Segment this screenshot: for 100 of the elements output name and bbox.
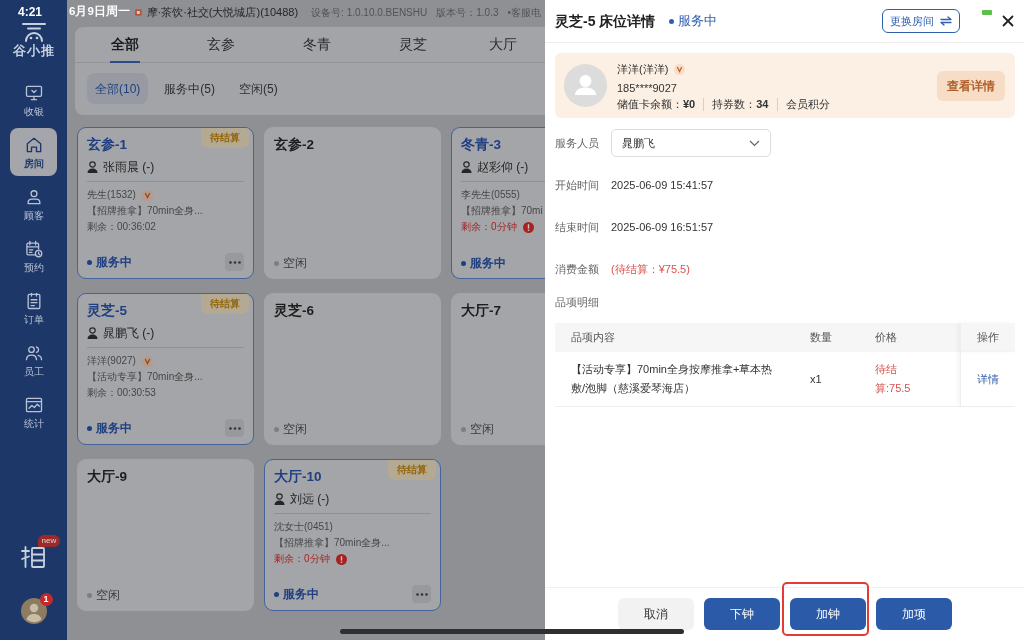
table-cell: 【活动专享】70min全身按摩推拿+草本热敷/泡脚（慈溪爱琴海店） (555, 352, 800, 406)
room-card[interactable]: 灵芝-6 空闲 (264, 293, 441, 445)
service-name: 【招牌推拿】70min全身... (87, 204, 204, 218)
status-label: 服务中 (470, 255, 506, 271)
swap-arrows-icon (940, 16, 952, 26)
room-name: 灵芝-5 (87, 302, 127, 320)
more-button[interactable] (412, 585, 431, 603)
footer-button[interactable]: 取消 (617, 598, 694, 630)
staff-select[interactable]: 晁鹏飞 (611, 129, 771, 157)
remaining-time: 剩余：0分钟 (461, 220, 517, 234)
room-card[interactable]: 大厅-9 空闲 (77, 459, 254, 611)
person-icon (87, 327, 98, 339)
sidebar-item[interactable]: 收银 (10, 76, 57, 124)
room-name: 大厅-10 (274, 468, 322, 486)
section-title: 品项明细 (555, 294, 600, 310)
price-value: 待结算:75.5 (875, 361, 912, 396)
amount-value: (待结算：¥75.5) (611, 261, 690, 277)
status-label: 空闲 (470, 422, 494, 437)
status-date: 6月9日周一 (69, 4, 130, 20)
more-button[interactable] (225, 253, 244, 271)
area-tab[interactable]: 玄参 (173, 27, 269, 63)
field-label: 服务人员 (555, 135, 600, 151)
remaining-time: 剩余：0分钟 (274, 552, 330, 566)
pending-tag: 待结算 (201, 294, 249, 314)
avatar-icon (20, 598, 47, 624)
field-label: 开始时间 (555, 177, 600, 193)
room-name: 冬青-3 (461, 136, 501, 154)
sidebar-item[interactable]: 订单 (10, 284, 57, 332)
view-details-button[interactable]: 查看详情 (937, 70, 1005, 101)
store-logo-icon (134, 7, 142, 17)
room-card[interactable]: 冬青-3 赵彩仰 (-) 李先生(0555) 【招牌推拿】70mi 剩余：0分钟 服务中 (451, 127, 545, 279)
member-stat: 储值卡余额：¥0 (617, 98, 697, 111)
staff-name: 张雨晨 (-) (103, 159, 155, 175)
room-name: 灵芝-6 (274, 302, 314, 320)
more-button[interactable] (225, 419, 244, 437)
service-name: 【活动专享】70min全身... (87, 370, 204, 384)
room-card[interactable]: 大厅-10 待结算 刘远 (-) 沈女士(0451) 【招牌推拿】70min全身... 剩余：0分钟 服务中 (264, 459, 441, 611)
status-label: 服务中 (96, 254, 132, 270)
column-header: 品项内容 (555, 323, 800, 352)
close-button[interactable] (1002, 15, 1014, 27)
person-icon (461, 161, 472, 173)
staff-name: 刘远 (-) (290, 491, 330, 507)
status-dot-icon (274, 426, 279, 432)
sidebar-item[interactable]: 统计 (10, 388, 57, 436)
customer-name: 李先生(0555) (461, 188, 520, 202)
footer-button[interactable]: 加项 (875, 598, 952, 630)
sidebar-item[interactable]: 预约 (10, 232, 57, 280)
member-name: 洋洋(洋洋) (617, 62, 669, 77)
column-header: 操作 (960, 323, 1015, 352)
promo-icon (19, 544, 48, 570)
chart-icon (23, 395, 44, 415)
people-icon (23, 343, 44, 363)
member-stat: 持券数：34 (703, 98, 777, 111)
pending-tag: 待结算 (388, 460, 436, 480)
status-label: 服务中 (96, 420, 132, 436)
battery-icon (982, 10, 992, 15)
status-label: 服务中 (678, 12, 718, 31)
change-room-button[interactable]: 更换房间 (882, 9, 960, 33)
footer-button[interactable]: 下钟 (703, 598, 780, 630)
field-value: 2025-06-09 16:51:57 (611, 219, 714, 235)
details-link[interactable]: 详情 (976, 372, 999, 385)
status-label: 空闲 (283, 422, 307, 437)
area-tab[interactable]: 冬青 (269, 27, 365, 63)
room-name: 大厅-9 (87, 468, 127, 486)
customer-name: 洋洋(9027) (87, 354, 136, 368)
service-name: 【招牌推拿】70mi (461, 204, 544, 218)
footer-button[interactable]: 加钟 (789, 598, 866, 630)
person-icon (274, 493, 285, 505)
close-icon (1002, 15, 1014, 27)
room-card[interactable]: 大厅-7 空闲 (451, 293, 545, 445)
drawer-title: 灵芝-5 床位详情 (555, 11, 656, 31)
room-card[interactable]: 玄参-2 空闲 (264, 127, 441, 279)
status-filter[interactable]: 空闲(5) (231, 73, 286, 104)
status-filter[interactable]: 服务中(5) (156, 73, 223, 104)
status-filter[interactable]: 全部(10) (87, 73, 149, 104)
status-dot-icon (669, 18, 675, 24)
more-icon (228, 260, 241, 264)
staff-name: 赵彩仰 (-) (477, 159, 529, 175)
remaining-time: 剩余：00:30:53 (87, 386, 156, 400)
store-name: 摩·茶饮·社交(大悦城店)(10488) (146, 4, 299, 20)
room-card[interactable]: 灵芝-5 待结算 晁鹏飞 (-) 洋洋(9027) 【活动专享】70min全身... 剩余：00:30:53 服务中 (77, 293, 254, 445)
sidebar-item[interactable]: 员工 (10, 336, 57, 384)
room-card[interactable]: 玄参-1 待结算 张雨晨 (-) 先生(1532) 【招牌推拿】70min全身... 剩余：00:36:02 服务中 (77, 127, 254, 279)
service-name: 【招牌推拿】70min全身... (274, 536, 391, 550)
alert-icon (522, 221, 534, 233)
status-dot-icon (87, 425, 92, 431)
table-cell: x1 (800, 352, 868, 406)
room-name: 玄参-2 (274, 136, 314, 154)
staff-name: 晁鹏飞 (-) (103, 325, 155, 341)
status-label: 空闲 (96, 588, 120, 603)
person-icon (87, 161, 98, 173)
status-dot-icon (87, 259, 92, 265)
area-tab[interactable]: 大厅 (461, 27, 545, 63)
status-dot-icon (87, 592, 92, 598)
area-tab[interactable]: 灵芝 (365, 27, 461, 63)
customer-name: 先生(1532) (87, 188, 136, 202)
sidebar-item[interactable]: 房间 (10, 128, 57, 176)
field-value: 2025-06-09 15:41:57 (611, 177, 714, 193)
sidebar-item[interactable]: 顾客 (10, 180, 57, 228)
status-dot-icon (274, 260, 279, 266)
